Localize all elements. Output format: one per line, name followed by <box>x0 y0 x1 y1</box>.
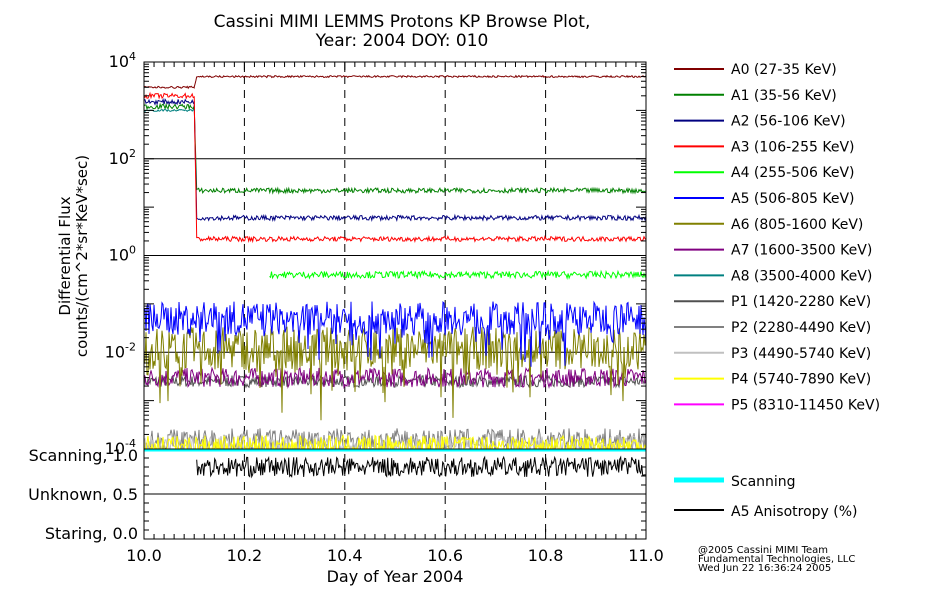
credits: @2005 Cassini MIMI Team Fundamental Tech… <box>698 546 855 574</box>
legend-label: A3 (106-255 KeV) <box>731 139 854 155</box>
legend-label: A5 (506-805 KeV) <box>731 191 854 207</box>
series-line-a1 <box>144 102 646 195</box>
y-tick-label: 100 <box>109 244 136 265</box>
lower-label-scanning: Scanning, 1.0 <box>29 446 138 465</box>
credit-line-date: Wed Jun 22 16:36:24 2005 <box>698 563 832 574</box>
scanning-panel <box>143 448 647 540</box>
x-tick-label: 10.0 <box>126 546 162 565</box>
x-tick-label: 10.2 <box>227 546 263 565</box>
legend-label: A5 Anisotropy (%) <box>731 504 858 520</box>
legend-label: P3 (4490-5740 KeV) <box>731 346 871 362</box>
legend-label: P4 (5740-7890 KeV) <box>731 372 871 388</box>
legend-label: A1 (35-56 KeV) <box>731 88 837 104</box>
legend-label: P2 (2280-4490 KeV) <box>731 320 871 336</box>
y-axis-label-line-1: Differential Flux <box>56 196 74 315</box>
series-line-anisotropy <box>196 455 646 479</box>
x-tick-label: 10.8 <box>528 546 564 565</box>
legend-label: Scanning <box>731 474 796 490</box>
series-line-a2 <box>144 97 646 223</box>
x-tick-label: 10.4 <box>327 546 363 565</box>
series-line-a5 <box>144 300 646 367</box>
legend-label: P5 (8310-11450 KeV) <box>731 397 880 413</box>
lower-label-unknown: Unknown, 0.5 <box>28 485 138 504</box>
x-tick-label: 10.6 <box>427 546 463 565</box>
y-axis-label-line-2: counts/(cm^2*sr*KeV*sec) <box>73 155 91 357</box>
legend-flux: A0 (27-35 KeV) A1 (35-56 KeV) A2 (56-106 K… <box>674 62 880 413</box>
legend-label: A8 (3500-4000 KeV) <box>731 268 872 284</box>
x-axis-label: Day of Year 2004 <box>327 567 464 586</box>
browse-plot: Cassini MIMI LEMMS Protons KP Browse Plo… <box>28 12 880 586</box>
legend-label: P1 (1420-2280 KeV) <box>731 294 871 310</box>
legend-scanning: Scanning A5 Anisotropy (%) <box>674 474 858 520</box>
y-tick-label: 102 <box>109 147 136 168</box>
series-line-a0 <box>144 74 646 90</box>
legend-label: A0 (27-35 KeV) <box>731 62 837 78</box>
legend-label: A2 (56-106 KeV) <box>731 114 846 130</box>
legend-label: A6 (805-1600 KeV) <box>731 217 863 233</box>
y-tick-label: 10-2 <box>105 340 136 361</box>
lower-label-staring: Staring, 0.0 <box>45 524 138 543</box>
x-tick-label: 11.0 <box>628 546 664 565</box>
y-tick-label: 104 <box>109 50 136 71</box>
legend-label: A7 (1600-3500 KeV) <box>731 243 872 259</box>
title-line-1: Cassini MIMI LEMMS Protons KP Browse Plo… <box>214 12 591 32</box>
legend-label: A4 (255-506 KeV) <box>731 165 854 181</box>
title-line-2: Year: 2004 DOY: 010 <box>315 31 489 51</box>
series-line-a4 <box>269 269 646 281</box>
